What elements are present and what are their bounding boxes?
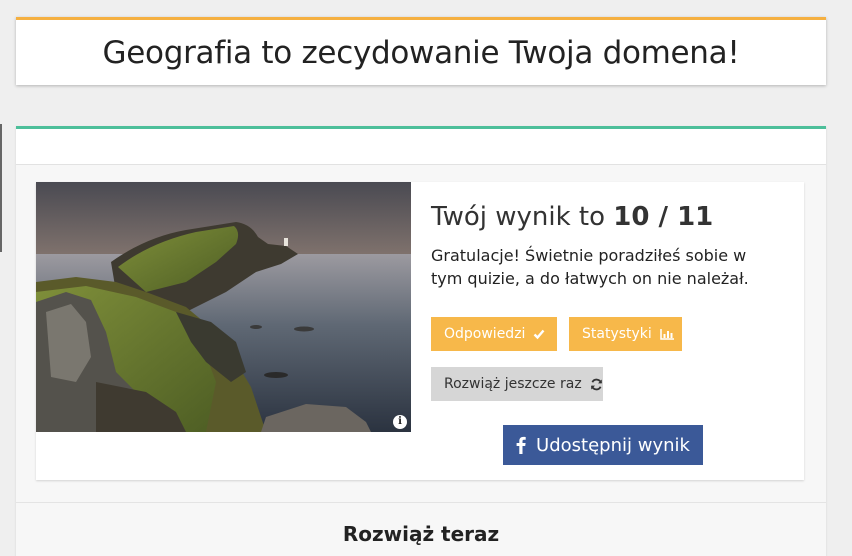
score-value: 10 / 11 [613, 202, 714, 232]
quiz-card-header [16, 129, 826, 165]
left-edge-tab [0, 124, 2, 252]
check-icon [533, 328, 545, 340]
retry-button-label: Rozwiąż jeszcze raz [444, 376, 582, 392]
score-heading: Twój wynik to 10 / 11 [431, 202, 713, 232]
answers-button-label: Odpowiedzi [444, 326, 526, 342]
score-prefix: Twój wynik to [431, 202, 614, 232]
coastline-photo [36, 182, 411, 432]
title-card: Geografia to zecydowanie Twoja domena! [16, 17, 826, 85]
answers-button[interactable]: Odpowiedzi [431, 317, 557, 351]
result-description: Gratulacje! Świetnie poradziłeś sobie w … [431, 246, 749, 288]
quiz-card: i Twój wynik to 10 / 11 Gratulacje! Świe… [16, 126, 826, 556]
share-button-label: Udostępnij wynik [536, 434, 690, 456]
refresh-icon [590, 378, 603, 391]
result-image: i [36, 182, 411, 432]
info-icon[interactable]: i [393, 415, 407, 429]
retry-button[interactable]: Rozwiąż jeszcze raz [431, 367, 603, 401]
stats-button-label: Statystyki [582, 326, 652, 342]
stats-button[interactable]: Statystyki [569, 317, 682, 351]
facebook-icon [516, 436, 526, 454]
solve-now-heading: Rozwiąż teraz [342, 522, 500, 546]
bar-chart-icon [660, 328, 675, 340]
page-title: Geografia to zecydowanie Twoja domena! [102, 34, 740, 71]
result-card: i Twój wynik to 10 / 11 Gratulacje! Świe… [36, 182, 804, 480]
section-divider [16, 502, 826, 503]
share-facebook-button[interactable]: Udostępnij wynik [503, 425, 703, 465]
